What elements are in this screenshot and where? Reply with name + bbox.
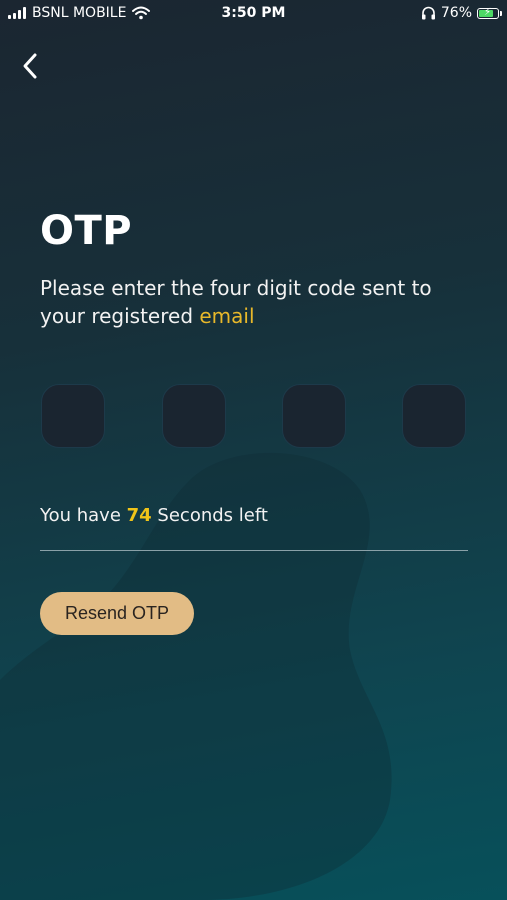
timer-prefix: You have xyxy=(40,505,127,526)
otp-digit-input-3[interactable] xyxy=(282,384,346,448)
otp-digit-input-4[interactable] xyxy=(402,384,466,448)
battery-percent: 76% xyxy=(440,5,472,21)
back-button[interactable] xyxy=(10,46,50,86)
page-title: OTP xyxy=(40,208,133,254)
subtitle-email-highlight: email xyxy=(199,304,255,328)
divider xyxy=(40,550,468,551)
countdown-timer: You have 74 Seconds left xyxy=(40,505,268,526)
otp-digit-input-1[interactable] xyxy=(41,384,105,448)
battery-charging-icon: ⚡ xyxy=(477,7,502,19)
timer-seconds: 74 xyxy=(126,505,152,526)
chevron-left-icon xyxy=(23,53,37,79)
resend-otp-button[interactable]: Resend OTP xyxy=(40,592,194,635)
status-right: 76% ⚡ xyxy=(421,5,502,21)
otp-screen: BSNL MOBILE 3:50 PM 76% ⚡ OTP Please ent… xyxy=(0,0,507,900)
headphones-icon xyxy=(421,6,435,20)
status-bar: BSNL MOBILE 3:50 PM 76% ⚡ xyxy=(0,0,507,28)
timer-suffix: Seconds left xyxy=(151,505,268,526)
otp-digit-input-2[interactable] xyxy=(162,384,226,448)
page-subtitle: Please enter the four digit code sent to… xyxy=(40,274,480,330)
